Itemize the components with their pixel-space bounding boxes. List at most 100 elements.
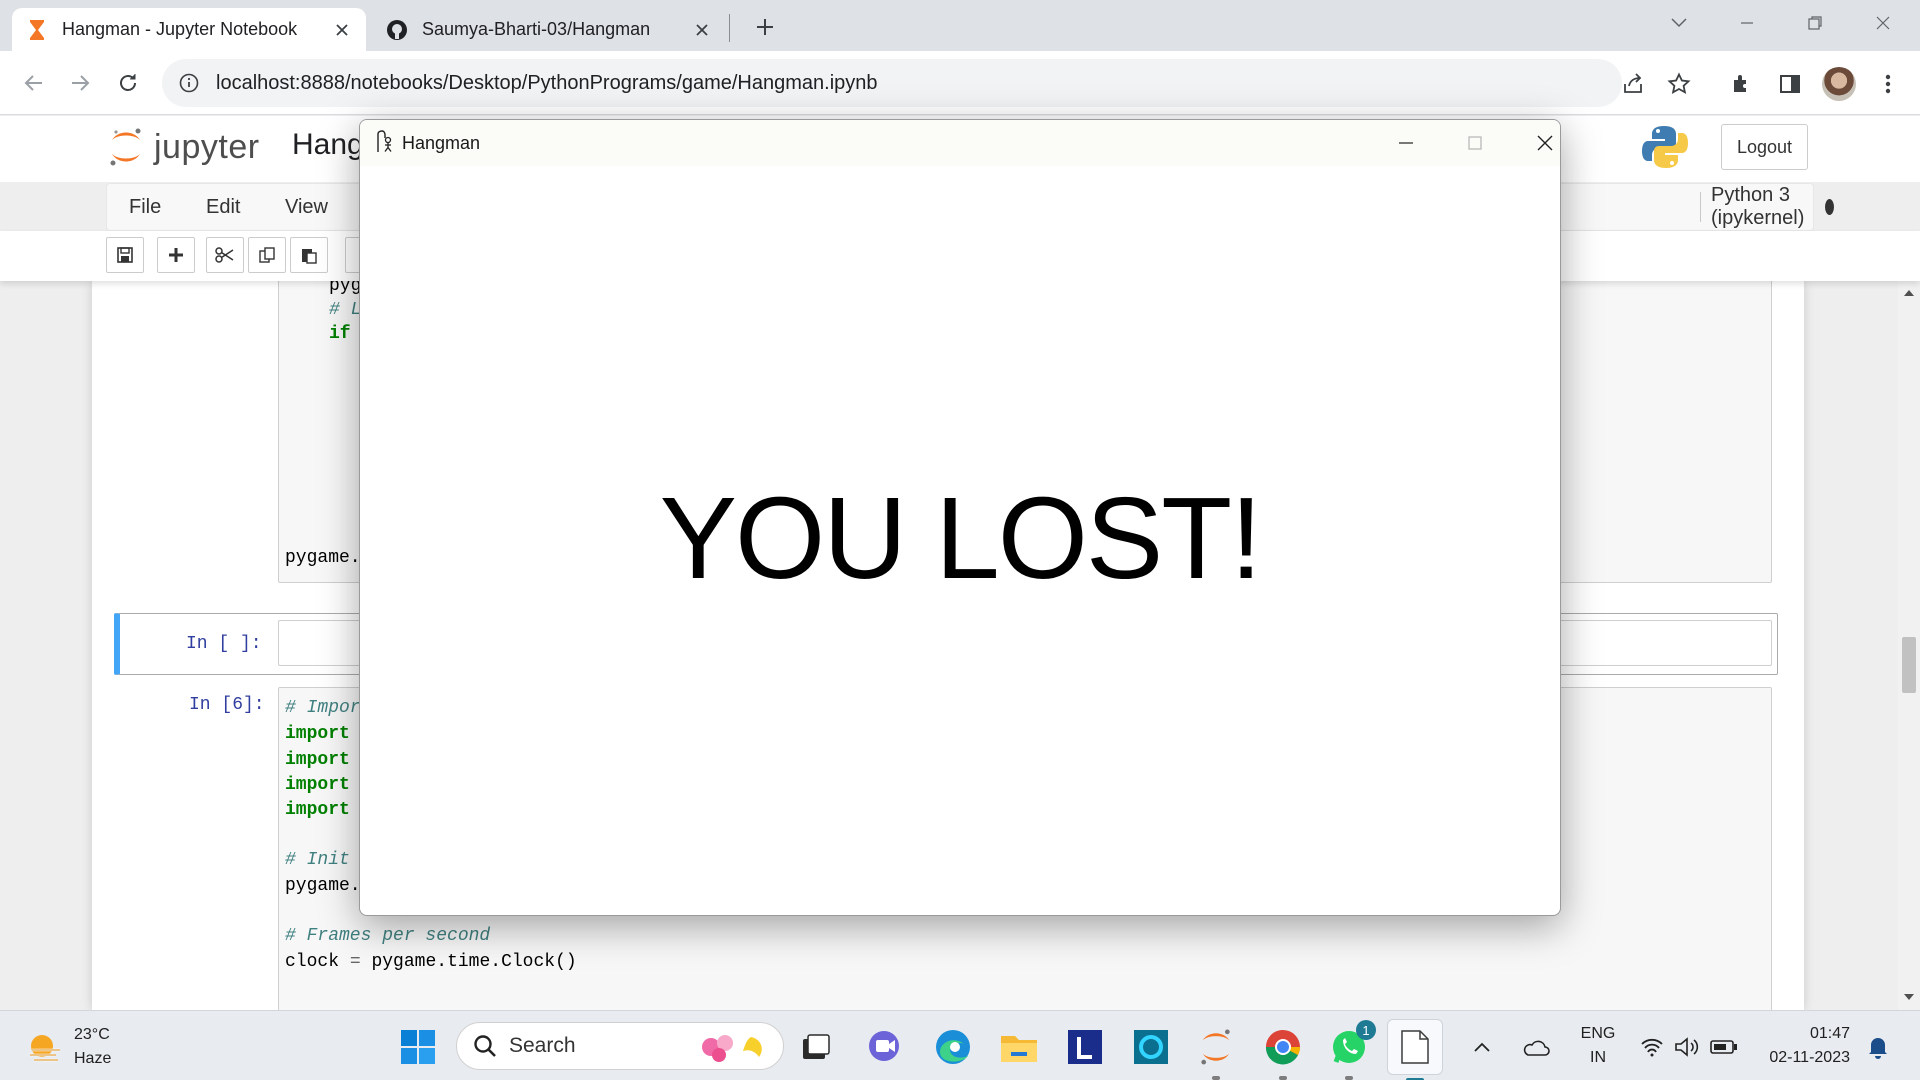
scroll-up-icon[interactable] [1903,289,1915,297]
code-keyword: import [285,750,350,770]
edge-browser-icon[interactable] [928,1022,978,1072]
forward-icon[interactable] [64,67,96,99]
clock[interactable]: 01:47 02-11-2023 [1752,1022,1850,1070]
more-menu-icon[interactable] [1874,70,1902,98]
tab-github-repo[interactable]: Saumya-Bharti-03/Hangman [372,8,726,51]
cell-prompt: In [ ]: [186,634,262,654]
tab-search-chevron-icon[interactable] [1662,8,1696,38]
windows-taskbar: 23°C Haze Search 1 ENG IN 01:47 02-11-20… [0,1010,1920,1080]
profile-avatar[interactable] [1822,67,1856,101]
tray-overflow-chevron-icon[interactable] [1466,1022,1498,1072]
onedrive-cloud-icon[interactable] [1516,1022,1554,1072]
search-highlight-flowers-icon [702,1035,762,1062]
copy-icon[interactable] [248,237,286,273]
address-bar[interactable]: localhost:8888/notebooks/Desktop/PythonP… [162,59,1691,107]
url-text: localhost:8888/notebooks/Desktop/PythonP… [216,71,878,94]
running-indicator [1279,1076,1287,1080]
notepad-file-icon[interactable] [1387,1019,1443,1080]
notification-badge: 1 [1356,1020,1376,1040]
restore-icon[interactable] [1798,8,1832,38]
minimize-icon[interactable] [1730,8,1764,38]
logout-button[interactable]: Logout [1721,124,1808,170]
new-tab-button[interactable] [750,12,780,42]
code-comment: # L [329,300,362,320]
browser-toolbar: localhost:8888/notebooks/Desktop/PythonP… [0,51,1920,115]
menu-file[interactable]: File [129,196,161,219]
game-window-titlebar[interactable]: Hangman [360,120,1560,166]
code-line: pygame. [285,548,361,568]
github-icon [386,19,408,41]
game-window-title: Hangman [402,133,481,153]
side-panel-icon[interactable] [1776,70,1804,98]
file-explorer-folder-icon[interactable] [994,1022,1044,1072]
battery-icon[interactable] [1708,1022,1740,1072]
hangman-game-window[interactable]: Hangman YOU LOST! [359,119,1561,916]
extensions-puzzle-icon[interactable] [1728,70,1756,98]
tab-title: Saumya-Bharti-03/Hangman [422,19,651,39]
language-indicator[interactable]: ENG IN [1570,1022,1626,1070]
notification-bell-icon[interactable] [1862,1022,1894,1072]
back-icon[interactable] [18,67,50,99]
scroll-thumb[interactable] [1902,637,1916,693]
chrome-browser-icon[interactable] [1258,1022,1308,1080]
insert-cell-plus-icon[interactable] [157,237,195,273]
menu-edit[interactable]: Edit [206,196,240,219]
tab-separator [729,14,730,42]
paste-icon[interactable] [290,237,328,273]
save-icon[interactable] [106,237,144,273]
kernel-indicator[interactable]: Python 3 (ipykernel) [1700,184,1840,229]
kernel-status-icon [1825,199,1835,215]
close-icon[interactable] [332,20,352,40]
start-windows-icon[interactable] [393,1022,443,1072]
code-keyword: import [285,800,350,820]
weather-temperature: 23°C [74,1026,110,1043]
browser-tab-strip: Hangman - Jupyter Notebook Saumya-Bharti… [0,0,1920,51]
running-indicator [1345,1076,1353,1080]
jupyter-logo[interactable]: jupyter [108,126,260,168]
tab-title: Hangman - Jupyter Notebook [62,19,298,39]
cut-scissors-icon[interactable] [206,237,244,273]
menu-view[interactable]: View [285,196,328,219]
bookmark-star-icon[interactable] [1666,71,1692,97]
tab-hangman-notebook[interactable]: Hangman - Jupyter Notebook [12,8,366,51]
code-keyword: if [329,324,351,344]
code-variable: clock [285,952,340,972]
notebook-title[interactable]: Hang [292,128,364,162]
running-indicator [1212,1076,1220,1080]
taskbar-search-box[interactable]: Search [456,1022,784,1070]
wifi-icon[interactable] [1636,1022,1668,1072]
window-close-icon[interactable] [1866,8,1900,38]
scroll-down-icon[interactable] [1903,993,1915,1001]
maximize-icon[interactable] [1455,128,1495,158]
code-comment: # Impor [285,698,361,718]
cell-prompt: In [6]: [189,695,265,715]
game-over-message: YOU LOST! [659,473,1263,603]
share-icon[interactable] [1620,71,1646,97]
whatsapp-icon[interactable]: 1 [1324,1020,1376,1080]
search-icon [474,1035,496,1057]
teams-chat-icon[interactable] [860,1022,910,1072]
region-code: IN [1590,1049,1606,1066]
close-icon[interactable] [692,20,712,40]
reload-icon[interactable] [112,67,144,99]
code-line: pyg [329,281,362,296]
task-view-icon[interactable] [791,1022,841,1072]
window-close-icon[interactable] [1525,128,1560,158]
code-line: pygame. [285,876,361,896]
volume-icon[interactable] [1671,1022,1703,1072]
jupyter-logo-icon [110,128,141,166]
weather-sun-icon [30,1035,60,1062]
l-app-icon[interactable] [1060,1022,1110,1072]
jupyter-logo-text: jupyter [154,127,260,166]
page-scrollbar[interactable] [1898,281,1920,1010]
site-info-icon[interactable] [178,72,200,94]
code-keyword: import [285,775,350,795]
jupyter-app-icon[interactable] [1191,1022,1241,1080]
minimize-icon[interactable] [1386,128,1426,158]
code-keyword: import [285,724,350,744]
code-line: clock = pygame.time.Clock() [285,952,577,972]
weather-widget[interactable]: 23°C Haze [26,1023,111,1071]
code-call: pygame.time.Clock() [371,952,577,972]
code-comment: # Init [285,850,350,870]
alexa-ring-icon[interactable] [1126,1022,1176,1072]
